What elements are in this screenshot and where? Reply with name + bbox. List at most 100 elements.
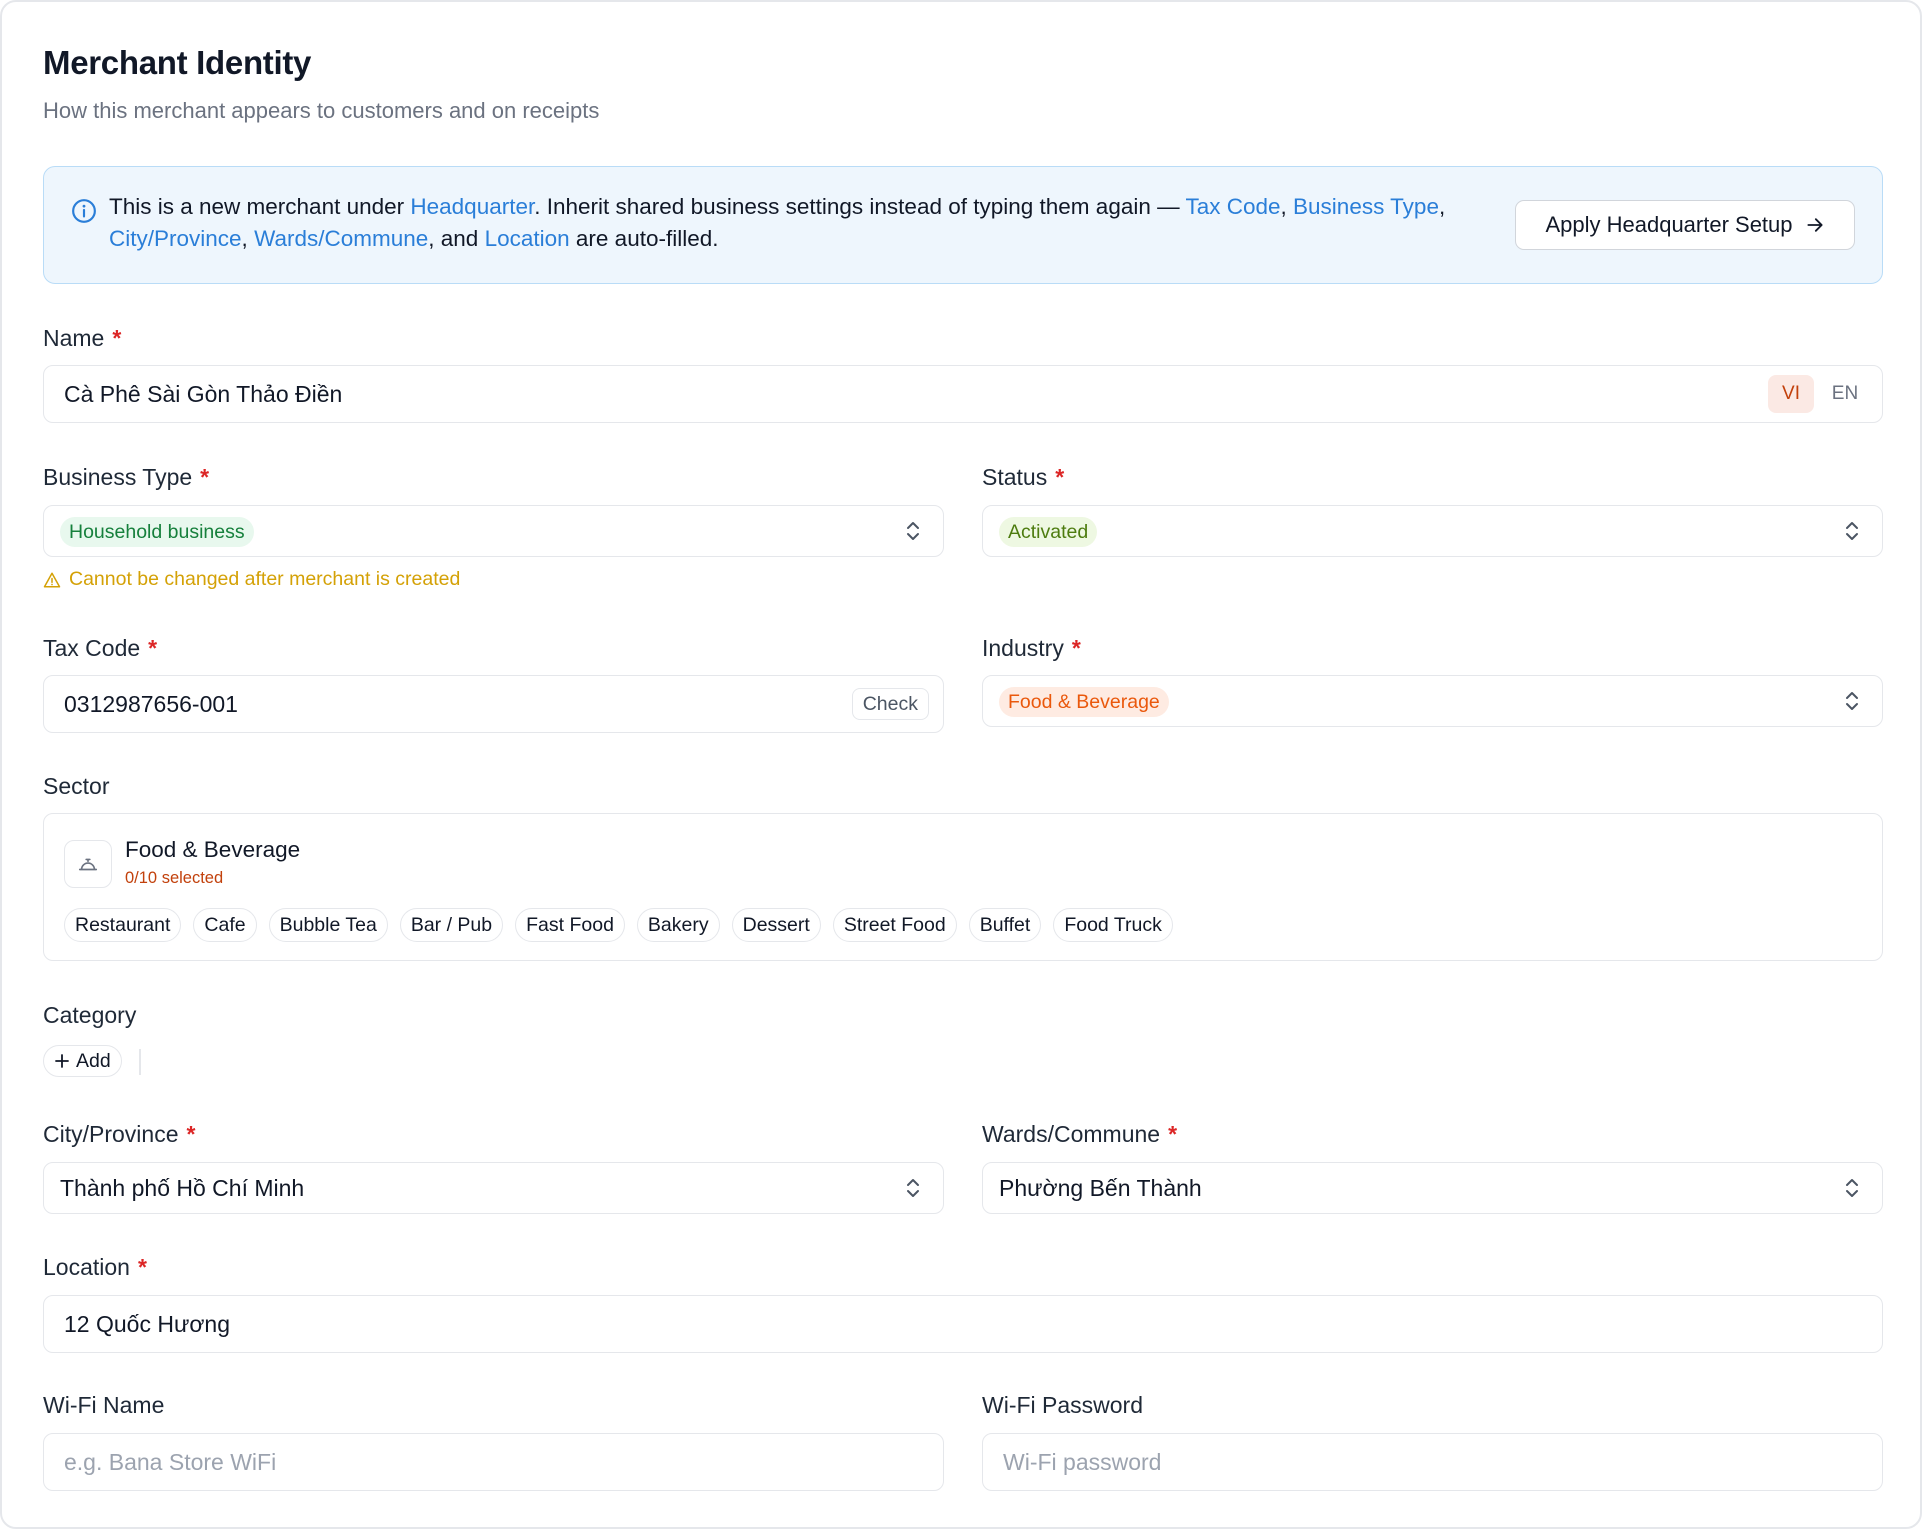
banner-sep-2: , xyxy=(1438,194,1446,219)
warning-icon xyxy=(43,572,61,587)
chevron-up-down-icon xyxy=(1846,1179,1858,1197)
wards-label-text: Wards/Commune xyxy=(982,1121,1161,1147)
apply-headquarter-setup-button[interactable]: Apply Headquarter Setup xyxy=(1515,200,1855,250)
business-type-label: Business Type * xyxy=(43,464,209,491)
city-province-label: City/Province * xyxy=(43,1121,195,1148)
required-marker: * xyxy=(137,1254,147,1280)
business-type-link[interactable]: Business Type xyxy=(1293,194,1439,219)
banner-sep-3: , xyxy=(241,226,255,251)
business-type-select[interactable]: Household business xyxy=(43,505,944,557)
city-province-value: Thành phố Hồ Chí Minh xyxy=(60,1175,305,1201)
tax-code-input[interactable]: 0312987656-001 Check xyxy=(43,675,944,733)
location-input[interactable]: 12 Quốc Hương xyxy=(43,1295,1883,1353)
required-marker: * xyxy=(186,1121,196,1147)
wifi-name-placeholder: e.g. Bana Store WiFi xyxy=(64,1449,277,1475)
banner-text-2: . Inherit shared business settings inste… xyxy=(534,194,1186,219)
sector-label: Sector xyxy=(43,773,110,799)
page-subtitle: How this merchant appears to customers a… xyxy=(43,98,600,123)
wards-commune-value: Phường Bến Thành xyxy=(999,1175,1202,1201)
required-marker: * xyxy=(148,635,158,661)
sector-selected-count: 0/10 selected xyxy=(125,869,224,887)
add-category-label: Add xyxy=(76,1050,111,1072)
sector-chip[interactable]: Bar / Pub xyxy=(399,908,504,942)
banner-text-4: are auto-filled. xyxy=(569,226,719,251)
add-category-button[interactable]: Add xyxy=(43,1045,122,1077)
page-title: Merchant Identity xyxy=(43,44,312,81)
required-marker: * xyxy=(200,464,210,490)
sector-chip[interactable]: Cafe xyxy=(193,908,257,942)
name-label-text: Name xyxy=(43,325,105,351)
tax-code-link[interactable]: Tax Code xyxy=(1185,194,1280,219)
city-label-text: City/Province xyxy=(43,1121,179,1147)
location-value: 12 Quốc Hương xyxy=(64,1311,231,1337)
headquarter-info-banner: This is a new merchant under Headquarter… xyxy=(43,166,1883,284)
arrow-right-icon xyxy=(1806,218,1823,232)
wifi-password-input[interactable]: Wi-Fi password xyxy=(982,1433,1883,1491)
sector-chip[interactable]: Fast Food xyxy=(515,908,625,942)
industry-badge: Food & Beverage xyxy=(999,687,1169,717)
industry-label-text: Industry xyxy=(982,635,1064,661)
chevron-up-down-icon xyxy=(907,1179,919,1197)
sector-chip[interactable]: Dessert xyxy=(731,908,821,942)
warning-text: Cannot be changed after merchant is crea… xyxy=(69,568,461,590)
city-province-link[interactable]: City/Province xyxy=(109,226,242,251)
sector-options: Restaurant Cafe Bubble Tea Bar / Pub Fas… xyxy=(64,908,1173,942)
cloche-icon xyxy=(78,858,98,871)
category-divider xyxy=(139,1049,141,1075)
wifi-password-label: Wi-Fi Password xyxy=(982,1392,1144,1418)
wifi-name-input[interactable]: e.g. Bana Store WiFi xyxy=(43,1433,944,1491)
sector-picker: Food & Beverage 0/10 selected Restaurant… xyxy=(43,813,1883,961)
required-marker: * xyxy=(112,325,122,351)
wifi-password-placeholder: Wi-Fi password xyxy=(1003,1449,1162,1475)
location-label: Location * xyxy=(43,1254,147,1281)
name-label: Name * xyxy=(43,325,121,352)
chevron-up-down-icon xyxy=(907,522,919,540)
headquarter-link[interactable]: Headquarter xyxy=(410,194,534,219)
name-input[interactable]: Cà Phê Sài Gòn Thảo Điền VI EN xyxy=(43,365,1883,423)
wards-commune-link[interactable]: Wards/Commune xyxy=(254,226,428,251)
wards-commune-label: Wards/Commune * xyxy=(982,1121,1177,1148)
required-marker: * xyxy=(1168,1121,1178,1147)
location-label-text: Location xyxy=(43,1254,130,1280)
sector-chip[interactable]: Buffet xyxy=(968,908,1042,942)
location-link[interactable]: Location xyxy=(485,226,570,251)
wards-commune-select[interactable]: Phường Bến Thành xyxy=(982,1162,1883,1214)
business-type-badge: Household business xyxy=(60,517,254,547)
sector-chip[interactable]: Bakery xyxy=(636,908,720,942)
required-marker: * xyxy=(1055,464,1065,490)
chevron-up-down-icon xyxy=(1846,692,1858,710)
tax-code-value: 0312987656-001 xyxy=(64,691,238,717)
status-badge: Activated xyxy=(999,517,1098,547)
industry-select[interactable]: Food & Beverage xyxy=(982,675,1883,727)
name-value: Cà Phê Sài Gòn Thảo Điền xyxy=(64,381,343,407)
plus-icon xyxy=(55,1054,69,1068)
tax-code-label-text: Tax Code xyxy=(43,635,141,661)
language-toggle: VI EN xyxy=(1768,375,1868,413)
sector-chip[interactable]: Restaurant xyxy=(64,908,182,942)
lang-en-button[interactable]: EN xyxy=(1822,375,1868,413)
industry-label: Industry * xyxy=(982,635,1081,662)
apply-button-label: Apply Headquarter Setup xyxy=(1545,212,1793,237)
lang-vi-button[interactable]: VI xyxy=(1768,375,1814,413)
sector-chip[interactable]: Street Food xyxy=(832,908,957,942)
business-type-warning: Cannot be changed after merchant is crea… xyxy=(43,568,460,591)
tax-code-label: Tax Code * xyxy=(43,635,157,662)
sector-chip[interactable]: Bubble Tea xyxy=(268,908,388,942)
sector-chip[interactable]: Food Truck xyxy=(1053,908,1173,942)
banner-sep-1: , xyxy=(1280,194,1294,219)
merchant-identity-card: Merchant Identity How this merchant appe… xyxy=(0,0,1922,1529)
business-type-label-text: Business Type xyxy=(43,464,193,490)
check-tax-code-button[interactable]: Check xyxy=(851,688,929,720)
city-province-select[interactable]: Thành phố Hồ Chí Minh xyxy=(43,1162,944,1214)
chevron-up-down-icon xyxy=(1846,522,1858,540)
sector-icon-box xyxy=(64,840,112,888)
wifi-name-label: Wi-Fi Name xyxy=(43,1392,165,1418)
info-icon xyxy=(72,199,96,223)
status-label: Status * xyxy=(982,464,1064,491)
status-select[interactable]: Activated xyxy=(982,505,1883,557)
info-banner-text: This is a new merchant under Headquarter… xyxy=(109,191,1509,255)
category-label: Category xyxy=(43,1002,137,1028)
banner-text-3: , and xyxy=(428,226,485,251)
sector-group-name: Food & Beverage xyxy=(125,837,301,862)
required-marker: * xyxy=(1071,635,1081,661)
